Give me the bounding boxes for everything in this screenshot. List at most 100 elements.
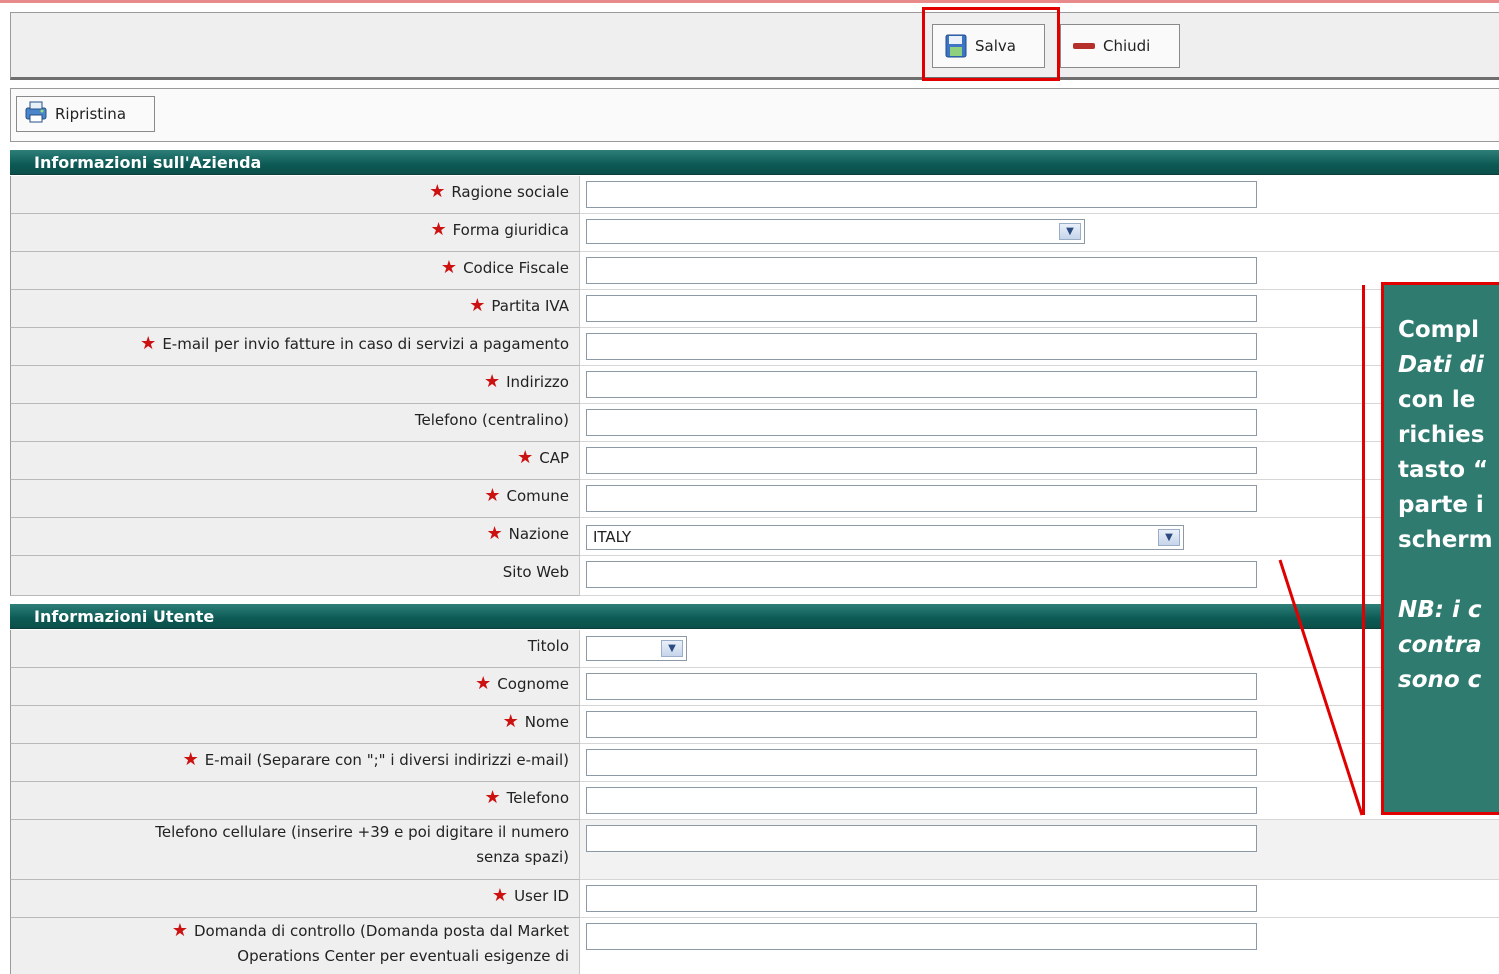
- asterisk-icon: ★: [469, 295, 486, 316]
- label-cognome: Cognome: [497, 675, 569, 693]
- save-button[interactable]: Salva: [932, 24, 1045, 68]
- titolo-select[interactable]: ▼: [586, 636, 687, 661]
- form-row-cognome: ★ Cognome: [10, 668, 1499, 706]
- domanda-controllo-input[interactable]: [586, 923, 1257, 950]
- label-email: E-mail (Separare con ";" i diversi indir…: [204, 751, 569, 769]
- asterisk-icon: ★: [140, 333, 157, 354]
- label-titolo: Titolo: [527, 637, 569, 655]
- asterisk-icon: ★: [440, 257, 458, 278]
- annotation-line-2: Dati di: [1398, 352, 1484, 378]
- asterisk-icon: ★: [429, 181, 446, 202]
- nome-input[interactable]: [586, 711, 1257, 738]
- annotation-line-1: Compl: [1398, 317, 1479, 343]
- annotation-line-7: scherm: [1398, 527, 1493, 553]
- chevron-down-icon: ▼: [661, 640, 683, 657]
- form-row-cellulare: Telefono cellulare (inserire +39 e poi d…: [10, 820, 1499, 880]
- form-row-domanda-controllo: ★ Domanda di controllo (Domanda posta dal…: [10, 918, 1499, 974]
- save-label: Salva: [975, 37, 1016, 55]
- form-row-codice-fiscale: ★ Codice Fiscale: [10, 252, 1499, 290]
- callout-bracket-line: [1362, 285, 1365, 815]
- annotation-line-10: sono c: [1398, 667, 1482, 693]
- label-cellulare-line2: senza spazi): [476, 848, 569, 866]
- email-fatture-input[interactable]: [586, 333, 1257, 360]
- annotation-line-3: con le: [1398, 387, 1476, 413]
- annotation-callout: Compl Dati di con le richies tasto “ par…: [1381, 282, 1499, 815]
- label-telefono: Telefono: [506, 789, 569, 807]
- asterisk-icon: ★: [171, 920, 188, 941]
- label-domanda-line1: Domanda di controllo (Domanda posta dal …: [193, 922, 569, 940]
- asterisk-icon: ★: [430, 219, 447, 240]
- label-codice-fiscale: Codice Fiscale: [463, 259, 569, 277]
- label-nome: Nome: [524, 713, 569, 731]
- form-row-user-id: ★ User ID: [10, 880, 1499, 918]
- annotation-line-6: parte i: [1398, 492, 1484, 518]
- indirizzo-input[interactable]: [586, 371, 1257, 398]
- annotation-line-9: contra: [1398, 632, 1482, 658]
- nazione-select[interactable]: ITALY ▼: [586, 525, 1184, 550]
- label-user-id: User ID: [514, 887, 569, 905]
- comune-input[interactable]: [586, 485, 1257, 512]
- label-sito-web: Sito Web: [502, 563, 569, 581]
- form-row-telefono: ★ Telefono: [10, 782, 1499, 820]
- email-input[interactable]: [586, 749, 1257, 776]
- user-id-input[interactable]: [586, 885, 1257, 912]
- form-row-nome: ★ Nome: [10, 706, 1499, 744]
- form-row-indirizzo: ★ Indirizzo: [10, 366, 1499, 404]
- label-email-fatture: E-mail per invio fatture in caso di serv…: [162, 335, 569, 353]
- asterisk-icon: ★: [484, 485, 501, 506]
- form-row-partita-iva: ★ Partita IVA: [10, 290, 1499, 328]
- user-section-header: Informazioni Utente: [10, 604, 1499, 629]
- label-partita-iva: Partita IVA: [491, 297, 569, 315]
- label-cellulare-line1: Telefono cellulare (inserire +39 e poi d…: [155, 823, 569, 841]
- close-label: Chiudi: [1103, 37, 1151, 55]
- annotation-line-4: richies: [1398, 422, 1485, 448]
- form-row-email: ★ E-mail (Separare con ";" i diversi indi…: [10, 744, 1499, 782]
- asterisk-icon: ★: [182, 749, 199, 770]
- label-comune: Comune: [506, 487, 569, 505]
- form-row-email-fatture: ★ E-mail per invio fatture in caso di ser…: [10, 328, 1499, 366]
- asterisk-icon: ★: [484, 787, 501, 808]
- codice-fiscale-input[interactable]: [586, 257, 1257, 284]
- restore-button[interactable]: Ripristina: [16, 96, 155, 132]
- nazione-value: ITALY: [593, 528, 632, 546]
- partita-iva-input[interactable]: [586, 295, 1257, 322]
- form-row-forma-giuridica: ★ Forma giuridica ▼: [10, 214, 1499, 252]
- form-row-titolo: Titolo ▼: [10, 630, 1499, 668]
- printer-restore-icon: [23, 100, 49, 128]
- close-button[interactable]: Chiudi: [1060, 24, 1180, 68]
- asterisk-icon: ★: [502, 711, 519, 732]
- chevron-down-icon: ▼: [1158, 529, 1180, 546]
- form-row-sito-web: Sito Web: [10, 556, 1499, 596]
- minus-icon: [1073, 43, 1095, 49]
- asterisk-icon: ★: [486, 523, 503, 544]
- telefono-centralino-input[interactable]: [586, 409, 1257, 436]
- label-cap: CAP: [539, 449, 569, 467]
- restore-label: Ripristina: [55, 105, 127, 123]
- label-telefono-centralino: Telefono (centralino): [414, 411, 569, 429]
- floppy-disk-icon: [945, 34, 967, 58]
- form-row-ragione-sociale: ★ Ragione sociale: [10, 176, 1499, 214]
- asterisk-icon: ★: [517, 447, 534, 468]
- telefono-input[interactable]: [586, 787, 1257, 814]
- form-row-nazione: ★ Nazione ITALY ▼: [10, 518, 1499, 556]
- top-border: [0, 0, 1499, 3]
- form-row-cap: ★ CAP: [10, 442, 1499, 480]
- chevron-down-icon: ▼: [1059, 223, 1081, 240]
- label-ragione-sociale: Ragione sociale: [451, 183, 569, 201]
- label-forma-giuridica: Forma giuridica: [452, 221, 569, 239]
- toolbar: Salva Chiudi: [10, 7, 1499, 81]
- asterisk-icon: ★: [483, 371, 501, 392]
- asterisk-icon: ★: [475, 673, 492, 694]
- annotation-line-8: NB: i c: [1398, 597, 1482, 623]
- ragione-sociale-input[interactable]: [586, 181, 1257, 208]
- label-indirizzo: Indirizzo: [506, 373, 569, 391]
- cellulare-input[interactable]: [586, 825, 1257, 852]
- form-row-comune: ★ Comune: [10, 480, 1499, 518]
- secondary-toolbar: Ripristina: [10, 88, 1499, 142]
- cap-input[interactable]: [586, 447, 1257, 474]
- sito-web-input[interactable]: [586, 561, 1257, 588]
- label-nazione: Nazione: [508, 525, 569, 543]
- forma-giuridica-select[interactable]: ▼: [586, 219, 1085, 244]
- cognome-input[interactable]: [586, 673, 1257, 700]
- annotation-line-5: tasto “: [1398, 457, 1489, 483]
